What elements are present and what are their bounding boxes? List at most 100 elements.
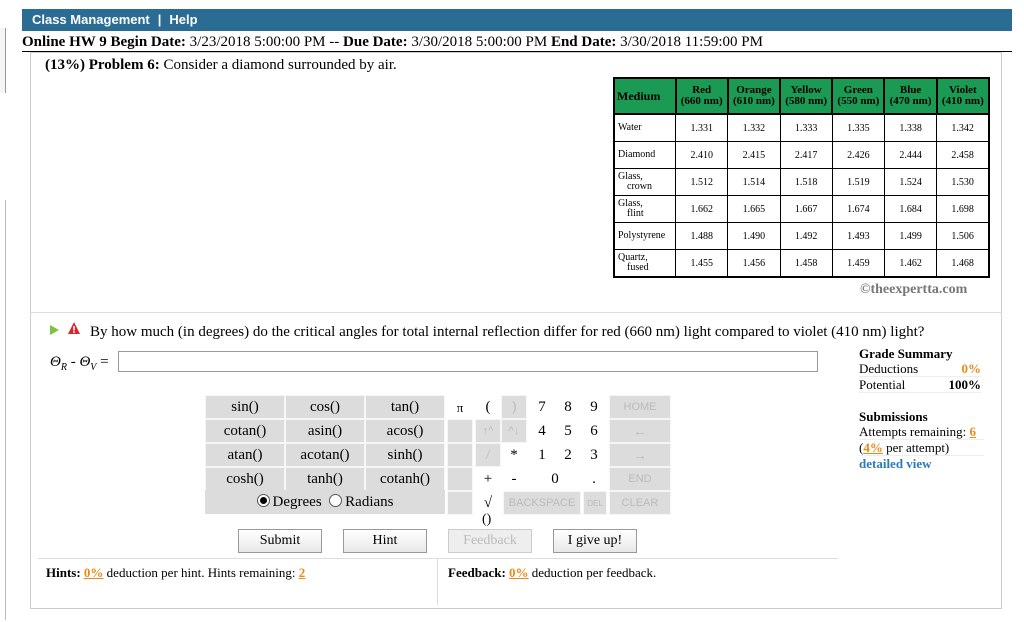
give-up-button[interactable]: I give up!: [553, 529, 637, 553]
key-backspace[interactable]: BACKSPACE: [503, 491, 581, 515]
table-value-cell: 2.410: [675, 141, 729, 169]
theta-symbol: Θ: [79, 354, 91, 370]
nav-class-management[interactable]: Class Management: [22, 12, 150, 27]
deductions-value: 0%: [961, 361, 982, 376]
key-asin[interactable]: asin(): [285, 419, 365, 443]
play-icon[interactable]: [50, 325, 59, 335]
table-value-cell: 1.468: [936, 249, 990, 278]
key-cotan[interactable]: cotan(): [205, 419, 285, 443]
table-value-cell: 1.674: [831, 195, 885, 223]
key-blank-3: [447, 467, 473, 491]
radians-radio[interactable]: [329, 494, 343, 507]
key-2[interactable]: 2: [555, 443, 581, 467]
table-value-cell: 2.426: [831, 141, 885, 169]
answer-input[interactable]: [118, 351, 818, 372]
hints-info: Hints: 0% deduction per hint. Hints rema…: [46, 565, 305, 581]
table-value-cell: 1.492: [779, 222, 833, 250]
key-tan[interactable]: tan(): [365, 395, 445, 419]
table-medium-text: crown: [627, 181, 652, 192]
table-value-cell: 1.331: [675, 113, 729, 142]
key-up-arrows[interactable]: ↑^: [475, 419, 501, 443]
assignment-name: Online HW 9: [22, 34, 107, 50]
table-header-text: (610 nm): [732, 95, 775, 107]
submit-button[interactable]: Submit: [238, 529, 322, 553]
table-corner-header: Medium: [613, 77, 677, 115]
key-clear[interactable]: CLEAR: [609, 491, 671, 515]
potential-value: 100%: [948, 377, 982, 392]
feedback-pct: 0%: [509, 565, 529, 580]
key-8[interactable]: 8: [555, 395, 581, 419]
key-atan[interactable]: atan(): [205, 443, 285, 467]
table-value-cell: 2.458: [936, 141, 990, 169]
table-value-cell: 1.462: [883, 249, 938, 278]
key-end[interactable]: END: [609, 467, 671, 491]
key-home[interactable]: HOME: [609, 395, 671, 419]
table-value-cell: 1.332: [727, 113, 781, 142]
key-right-arrow[interactable]: →: [609, 443, 671, 467]
key-5[interactable]: 5: [555, 419, 581, 443]
table-value-cell: 1.665: [727, 195, 781, 223]
question-divider: [30, 312, 1002, 313]
table-medium-text: Diamond: [618, 149, 656, 160]
answer-label: ΘR - ΘV =: [50, 354, 109, 373]
key-3[interactable]: 3: [581, 443, 607, 467]
key-blank-2: [447, 443, 473, 467]
due-date: 3/30/2018 5:00:00 PM: [411, 34, 548, 50]
key-open-paren[interactable]: (: [475, 395, 501, 419]
table-value-cell: 1.335: [831, 113, 885, 142]
key-acotan[interactable]: acotan(): [285, 443, 365, 467]
hint-button[interactable]: Hint: [343, 529, 427, 553]
key-6[interactable]: 6: [581, 419, 607, 443]
key-minus[interactable]: -: [501, 467, 527, 491]
per-attempt-pct: 4%: [863, 440, 883, 455]
key-down-arrows[interactable]: ^↓: [501, 419, 527, 443]
key-1[interactable]: 1: [529, 443, 555, 467]
key-sinh[interactable]: sinh(): [365, 443, 445, 467]
key-4[interactable]: 4: [529, 419, 555, 443]
key-7[interactable]: 7: [529, 395, 555, 419]
key-cotanh[interactable]: cotanh(): [365, 467, 445, 491]
deductions-label: Deductions: [859, 361, 919, 376]
key-cos[interactable]: cos(): [285, 395, 365, 419]
warning-icon: [68, 322, 80, 334]
table-value-cell: 1.458: [779, 249, 833, 278]
table-value-cell: 1.530: [936, 168, 990, 196]
table-header-color: Green (550 nm): [831, 77, 886, 115]
table-value-cell: 2.444: [883, 141, 938, 169]
table-value-cell: 2.415: [727, 141, 781, 169]
table-medium-cell: Water: [613, 113, 677, 142]
theta-symbol: Θ: [50, 354, 61, 370]
key-pi[interactable]: π: [447, 395, 473, 419]
table-header-text: (580 nm): [785, 95, 828, 107]
hints-remaining: 2: [298, 565, 306, 580]
key-plus[interactable]: +: [475, 467, 501, 491]
table-value-cell: 1.499: [883, 222, 938, 250]
key-cosh[interactable]: cosh(): [205, 467, 285, 491]
key-del[interactable]: DEL: [583, 491, 607, 515]
begin-date: 3/23/2018 5:00:00 PM: [189, 34, 326, 50]
key-multiply[interactable]: *: [501, 443, 527, 467]
key-sin[interactable]: sin(): [205, 395, 285, 419]
key-left-arrow[interactable]: ←: [609, 419, 671, 443]
table-medium-cell: Glass, flint: [613, 195, 677, 223]
table-value-cell: 1.684: [883, 195, 938, 223]
nav-help[interactable]: Help: [169, 12, 197, 27]
attempts-label: Attempts remaining:: [859, 424, 967, 439]
key-acos[interactable]: acos(): [365, 419, 445, 443]
table-value-cell: 1.455: [675, 249, 729, 278]
feedback-button[interactable]: Feedback: [448, 529, 532, 553]
key-divide[interactable]: /: [475, 443, 501, 467]
detailed-view-link[interactable]: detailed view: [859, 456, 984, 471]
key-tanh[interactable]: tanh(): [285, 467, 365, 491]
table-value-cell: 1.456: [727, 249, 781, 278]
key-dot[interactable]: .: [581, 467, 607, 491]
key-0[interactable]: 0: [529, 467, 581, 491]
key-blank-1: [447, 419, 473, 443]
key-close-paren[interactable]: ): [501, 395, 527, 419]
table-value-cell: 1.698: [936, 195, 990, 223]
hints-text: deduction per hint. Hints remaining:: [106, 565, 296, 580]
hints-label: Hints:: [46, 565, 81, 580]
key-9[interactable]: 9: [581, 395, 607, 419]
table-value-cell: 1.333: [779, 113, 833, 142]
degrees-radio[interactable]: [256, 494, 270, 507]
